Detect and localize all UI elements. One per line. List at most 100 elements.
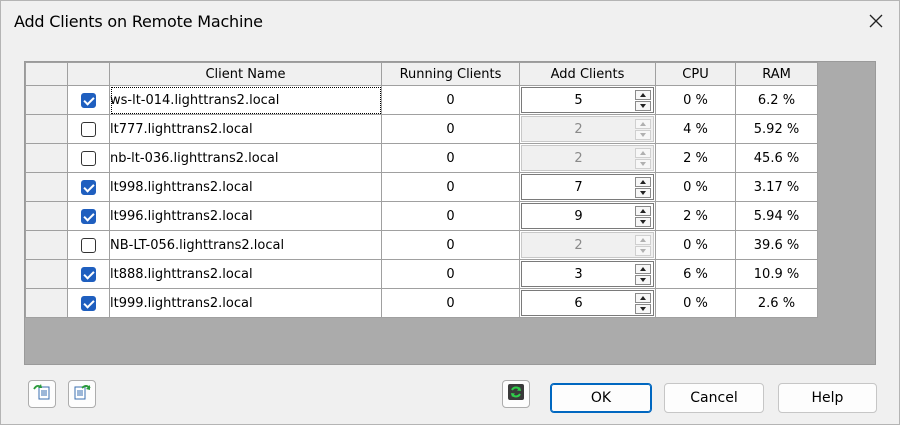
spin-down-button[interactable] <box>635 129 651 140</box>
add-clients-value[interactable]: 2 <box>522 238 635 253</box>
row-checkbox[interactable] <box>81 208 96 224</box>
add-clients-spinner[interactable]: 2 <box>521 116 654 142</box>
spin-down-button[interactable] <box>635 216 651 227</box>
row-checkbox-cell[interactable] <box>67 114 110 144</box>
table-row[interactable]: lt998.lighttrans2.local 0 7 0 % 3.17 % <box>25 172 818 202</box>
add-clients-value[interactable]: 7 <box>522 180 635 195</box>
row-header[interactable] <box>25 172 68 202</box>
column-header-ram[interactable]: RAM <box>735 62 818 86</box>
column-header-running-clients[interactable]: Running Clients <box>381 62 520 86</box>
add-clients-spinner[interactable]: 6 <box>521 290 654 316</box>
add-clients-cell[interactable]: 9 <box>519 201 656 231</box>
table-row[interactable]: lt888.lighttrans2.local 0 3 6 % 10.9 % <box>25 259 818 289</box>
table-row[interactable]: nb-lt-036.lighttrans2.local 0 2 2 % 45.6 % <box>25 143 818 173</box>
add-clients-spinner[interactable]: 9 <box>521 203 654 229</box>
column-header-cpu[interactable]: CPU <box>655 62 736 86</box>
spin-up-button[interactable] <box>635 118 651 129</box>
arrow-up-icon <box>640 121 646 126</box>
add-clients-spinner[interactable]: 3 <box>521 261 654 287</box>
row-header[interactable] <box>25 288 68 318</box>
row-checkbox-cell[interactable] <box>67 288 110 318</box>
close-button[interactable] <box>853 1 899 45</box>
spin-down-button[interactable] <box>635 303 651 314</box>
row-checkbox-cell[interactable] <box>67 201 110 231</box>
spin-up-button[interactable] <box>635 234 651 245</box>
client-name-cell[interactable]: nb-lt-036.lighttrans2.local <box>109 143 382 173</box>
spin-down-button[interactable] <box>635 245 651 256</box>
client-name-cell[interactable]: ws-lt-014.lighttrans2.local <box>109 85 382 115</box>
table-row[interactable]: lt777.lighttrans2.local 0 2 4 % 5.92 % <box>25 114 818 144</box>
import-button[interactable] <box>28 380 56 408</box>
column-header-client-name[interactable]: Client Name <box>109 62 382 86</box>
add-clients-cell[interactable]: 2 <box>519 114 656 144</box>
table-row[interactable]: ws-lt-014.lighttrans2.local 0 5 0 % 6.2 % <box>25 85 818 115</box>
table-row[interactable]: lt996.lighttrans2.local 0 9 2 % 5.94 % <box>25 201 818 231</box>
spin-up-button[interactable] <box>635 205 651 216</box>
row-checkbox[interactable] <box>81 150 96 166</box>
client-name-cell[interactable]: lt996.lighttrans2.local <box>109 201 382 231</box>
row-header[interactable] <box>25 114 68 144</box>
ok-button[interactable]: OK <box>550 383 652 413</box>
column-header-add-clients[interactable]: Add Clients <box>519 62 656 86</box>
row-checkbox[interactable] <box>81 266 96 282</box>
row-checkbox-cell[interactable] <box>67 259 110 289</box>
spin-up-button[interactable] <box>635 89 651 100</box>
help-button[interactable]: Help <box>778 383 877 413</box>
add-clients-cell[interactable]: 5 <box>519 85 656 115</box>
client-name-cell[interactable]: lt998.lighttrans2.local <box>109 172 382 202</box>
add-clients-cell[interactable]: 7 <box>519 172 656 202</box>
add-clients-spinner[interactable]: 5 <box>521 87 654 113</box>
row-checkbox-cell[interactable] <box>67 143 110 173</box>
spin-down-button[interactable] <box>635 100 651 111</box>
add-clients-spinner[interactable]: 7 <box>521 174 654 200</box>
row-checkbox-cell[interactable] <box>67 172 110 202</box>
add-clients-spinner[interactable]: 2 <box>521 232 654 258</box>
row-header[interactable] <box>25 259 68 289</box>
row-checkbox[interactable] <box>81 237 96 253</box>
ram-cell: 45.6 % <box>735 143 818 173</box>
add-clients-value[interactable]: 5 <box>522 93 635 108</box>
row-checkbox-cell[interactable] <box>67 230 110 260</box>
spin-up-button[interactable] <box>635 292 651 303</box>
spin-down-button[interactable] <box>635 187 651 198</box>
client-name-cell[interactable]: NB-LT-056.lighttrans2.local <box>109 230 382 260</box>
arrow-down-icon <box>640 277 646 282</box>
spin-up-button[interactable] <box>635 263 651 274</box>
add-clients-cell[interactable]: 3 <box>519 259 656 289</box>
client-name-cell[interactable]: lt888.lighttrans2.local <box>109 259 382 289</box>
spin-down-button[interactable] <box>635 158 651 169</box>
client-name-cell[interactable]: lt777.lighttrans2.local <box>109 114 382 144</box>
refresh-icon <box>506 382 526 406</box>
row-checkbox-cell[interactable] <box>67 85 110 115</box>
row-checkbox[interactable] <box>81 179 96 195</box>
row-checkbox[interactable] <box>81 121 96 137</box>
row-checkbox[interactable] <box>81 92 96 108</box>
add-clients-cell[interactable]: 6 <box>519 288 656 318</box>
row-header[interactable] <box>25 230 68 260</box>
refresh-button[interactable] <box>502 380 530 408</box>
add-clients-cell[interactable]: 2 <box>519 143 656 173</box>
spin-up-button[interactable] <box>635 147 651 158</box>
spin-down-button[interactable] <box>635 274 651 285</box>
running-clients-cell: 0 <box>381 85 520 115</box>
running-clients-cell: 0 <box>381 143 520 173</box>
spin-up-button[interactable] <box>635 176 651 187</box>
export-button[interactable] <box>68 380 96 408</box>
table-row[interactable]: lt999.lighttrans2.local 0 6 0 % 2.6 % <box>25 288 818 318</box>
table-row[interactable]: NB-LT-056.lighttrans2.local 0 2 0 % 39.6 % <box>25 230 818 260</box>
add-clients-value[interactable]: 2 <box>522 122 635 137</box>
row-header[interactable] <box>25 201 68 231</box>
client-name-cell[interactable]: lt999.lighttrans2.local <box>109 288 382 318</box>
add-clients-value[interactable]: 2 <box>522 151 635 166</box>
add-clients-value[interactable]: 9 <box>522 209 635 224</box>
row-header[interactable] <box>25 85 68 115</box>
add-clients-cell[interactable]: 2 <box>519 230 656 260</box>
add-clients-value[interactable]: 6 <box>522 296 635 311</box>
cancel-button[interactable]: Cancel <box>664 383 764 413</box>
add-clients-spinner[interactable]: 2 <box>521 145 654 171</box>
row-header[interactable] <box>25 143 68 173</box>
row-checkbox[interactable] <box>81 295 96 311</box>
add-clients-value[interactable]: 3 <box>522 267 635 282</box>
running-clients-cell: 0 <box>381 230 520 260</box>
cpu-cell: 6 % <box>655 259 736 289</box>
